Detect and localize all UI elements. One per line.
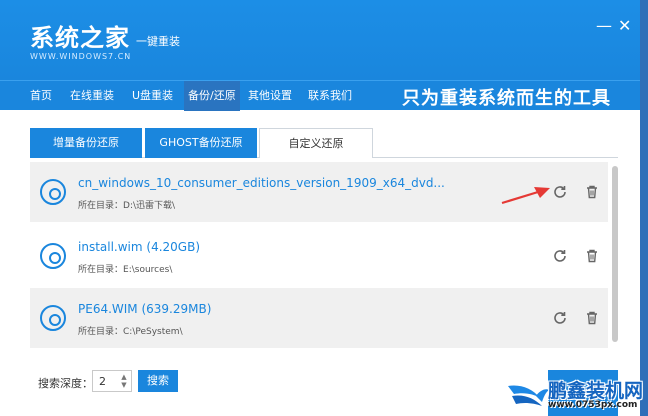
tab-custom-restore[interactable]: 自定义还原 — [259, 128, 373, 158]
nav-item-usb-reinstall[interactable]: U盘重装 — [128, 81, 177, 111]
item-path: 所在目录：D:\迅雷下载\ — [78, 198, 175, 211]
list-scrollbar[interactable] — [612, 166, 618, 342]
nav-item-contact[interactable]: 联系我们 — [304, 81, 356, 111]
close-button[interactable]: ✕ — [618, 18, 631, 34]
tab-ghost-restore[interactable]: GHOST备份还原 — [145, 128, 257, 158]
item-path-label: 所在目录： — [78, 327, 124, 337]
watermark-logo-icon — [508, 385, 549, 406]
item-path-value: D:\迅雷下载\ — [123, 201, 176, 211]
nav-item-backup-restore[interactable]: 备份/还原 — [184, 81, 240, 111]
item-name: cn_windows_10_consumer_editions_version_… — [78, 176, 445, 190]
stepper-arrows: ▲ ▼ — [119, 373, 129, 389]
watermark-url: www.0753px.com — [548, 400, 638, 410]
item-path: 所在目录：C:\PeSystem\ — [78, 324, 183, 337]
list-item[interactable]: install.wim (4.20GB) 所在目录：E:\sources\ — [30, 226, 608, 286]
search-depth-value[interactable]: 2 — [99, 375, 106, 388]
minimize-button[interactable]: — — [596, 18, 612, 34]
disc-icon — [40, 179, 66, 205]
refresh-icon[interactable] — [552, 310, 568, 326]
main-nav: 首页 在线重装 U盘重装 备份/还原 其他设置 联系我们 只为重装系统而生的工具 — [0, 80, 640, 111]
trash-icon[interactable] — [584, 248, 600, 264]
app-logo: 系统之家 — [30, 24, 130, 52]
item-name: install.wim (4.20GB) — [78, 240, 200, 254]
refresh-icon[interactable] — [552, 248, 568, 264]
refresh-icon[interactable] — [552, 184, 568, 200]
app-window: 系统之家 一键重装 WWW.WINDOWS7.CN — ✕ 首页 在线重装 U盘… — [0, 0, 644, 416]
item-path: 所在目录：E:\sources\ — [78, 262, 172, 275]
nav-item-home[interactable]: 首页 — [26, 81, 56, 111]
nav-item-other-settings[interactable]: 其他设置 — [244, 81, 296, 111]
nav-slogan: 只为重装系统而生的工具 — [402, 88, 611, 109]
tab-incremental-restore[interactable]: 增量备份还原 — [30, 128, 142, 158]
item-name: PE64.WIM (639.29MB) — [78, 302, 212, 316]
red-arrow-icon — [501, 187, 550, 205]
trash-icon[interactable] — [584, 184, 600, 200]
item-path-label: 所在目录： — [78, 201, 124, 211]
stepper-down-icon[interactable]: ▼ — [119, 381, 129, 389]
stepper-up-icon[interactable]: ▲ — [119, 373, 129, 381]
item-path-value: C:\PeSystem\ — [123, 327, 183, 337]
title-bar: 系统之家 一键重装 WWW.WINDOWS7.CN — ✕ — [0, 0, 640, 80]
search-button[interactable]: 搜索 — [138, 370, 178, 392]
list-item[interactable]: PE64.WIM (639.29MB) 所在目录：C:\PeSystem\ — [30, 288, 608, 348]
search-depth-stepper[interactable]: 2 ▲ ▼ — [92, 370, 132, 392]
disc-icon — [40, 305, 66, 331]
nav-item-online-reinstall[interactable]: 在线重装 — [66, 81, 118, 111]
item-path-value: E:\sources\ — [123, 265, 173, 275]
item-path-label: 所在目录： — [78, 265, 124, 275]
app-logo-subtitle: 一键重装 — [136, 35, 180, 48]
search-depth-label: 搜索深度： — [38, 377, 93, 390]
trash-icon[interactable] — [584, 310, 600, 326]
watermark-text: 鹏鑫装机网 — [548, 380, 644, 402]
app-logo-url: WWW.WINDOWS7.CN — [30, 52, 132, 61]
disc-icon — [40, 243, 66, 269]
